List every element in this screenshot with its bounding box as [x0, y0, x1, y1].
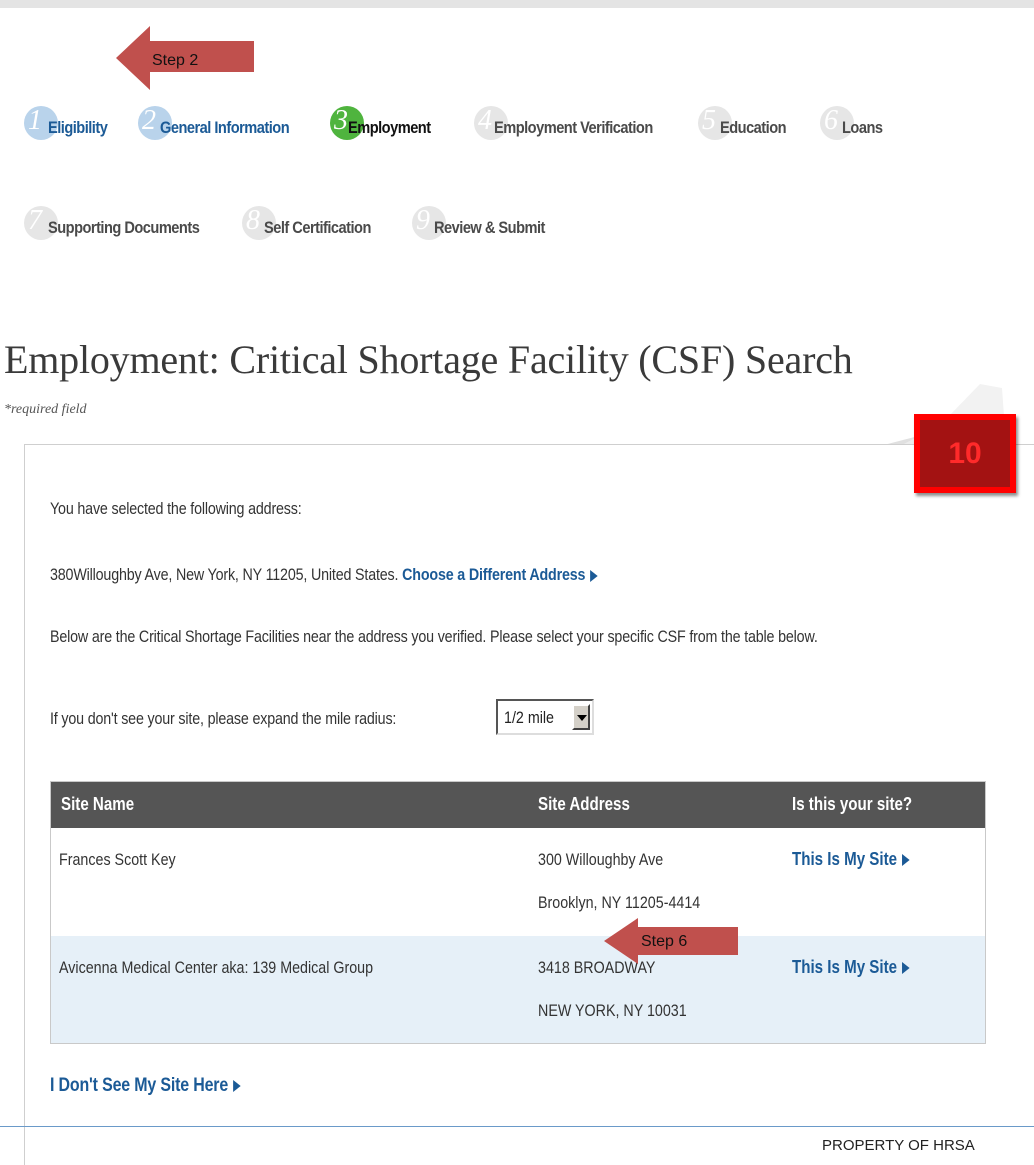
play-arrow-icon [590, 569, 598, 582]
site-address-line2: Brooklyn, NY 11205-4414 [538, 893, 701, 912]
footer-divider [0, 1126, 1034, 1127]
table-header: Site Name Site Address Is this your site… [51, 782, 985, 828]
dropdown-arrow-icon[interactable] [572, 704, 590, 730]
csf-results-table: Site Name Site Address Is this your site… [50, 781, 986, 1044]
play-arrow-icon [902, 962, 910, 975]
this-is-my-site-link[interactable]: This Is My Site [792, 849, 910, 870]
csf-instructions: Below are the Critical Shortage Faciliti… [50, 627, 818, 646]
required-field-note: *required field [4, 402, 87, 417]
callout-arrow-step2: Step 2 [116, 26, 256, 90]
step-label-self-certification: Self Certification [264, 218, 371, 237]
page-title: Employment: Critical Shortage Facility (… [4, 337, 853, 382]
annotation-badge: 10 [914, 414, 1016, 493]
site-name: Avicenna Medical Center aka: 139 Medical… [59, 958, 374, 977]
selected-address: 380Willoughby Ave, New York, NY 11205, U… [50, 565, 399, 584]
site-not-listed-link[interactable]: I Don't See My Site Here [50, 1075, 241, 1097]
selected-address-intro: You have selected the following address: [50, 499, 302, 518]
step-label-loans: Loans [842, 118, 883, 137]
footer-property-label: PROPERTY OF HRSA [822, 1137, 975, 1154]
mile-radius-value: 1/2 mile [504, 708, 555, 727]
play-arrow-icon [233, 1079, 241, 1092]
step-label-employment-verification: Employment Verification [494, 118, 653, 137]
column-header-site-address: Site Address [538, 794, 630, 814]
column-header-is-your-site: Is this your site? [792, 794, 913, 814]
annotation-badge-number: 10 [948, 436, 982, 470]
site-address-line1: 300 Willoughby Ave [538, 850, 664, 869]
site-address-line2: NEW YORK, NY 10031 [538, 1001, 687, 1020]
top-bar [0, 0, 1034, 8]
step-label-eligibility: Eligibility [48, 118, 108, 137]
step-label-education: Education [720, 118, 787, 137]
step-label-general-information: General Information [160, 118, 290, 137]
column-header-site-name: Site Name [61, 794, 135, 814]
choose-different-address-link[interactable]: Choose a Different Address [402, 565, 598, 584]
step-label-employment: Employment [348, 118, 431, 137]
site-name: Frances Scott Key [59, 850, 176, 869]
callout-label-step6: Step 6 [641, 933, 688, 950]
table-row: Frances Scott Key 300 Willoughby Ave Bro… [51, 828, 985, 936]
step-label-review-submit: Review & Submit [434, 218, 545, 237]
callout-label-step2: Step 2 [152, 52, 199, 69]
step-label-supporting-documents: Supporting Documents [48, 218, 200, 237]
this-is-my-site-link[interactable]: This Is My Site [792, 957, 910, 978]
radius-prompt: If you don't see your site, please expan… [50, 709, 397, 728]
play-arrow-icon [902, 854, 910, 867]
callout-arrow-step6: Step 6 [604, 918, 740, 964]
mile-radius-select[interactable]: 1/2 mile [496, 699, 594, 735]
selected-address-line: 380Willoughby Ave, New York, NY 11205, U… [50, 565, 598, 585]
table-row: Avicenna Medical Center aka: 139 Medical… [51, 936, 985, 1043]
